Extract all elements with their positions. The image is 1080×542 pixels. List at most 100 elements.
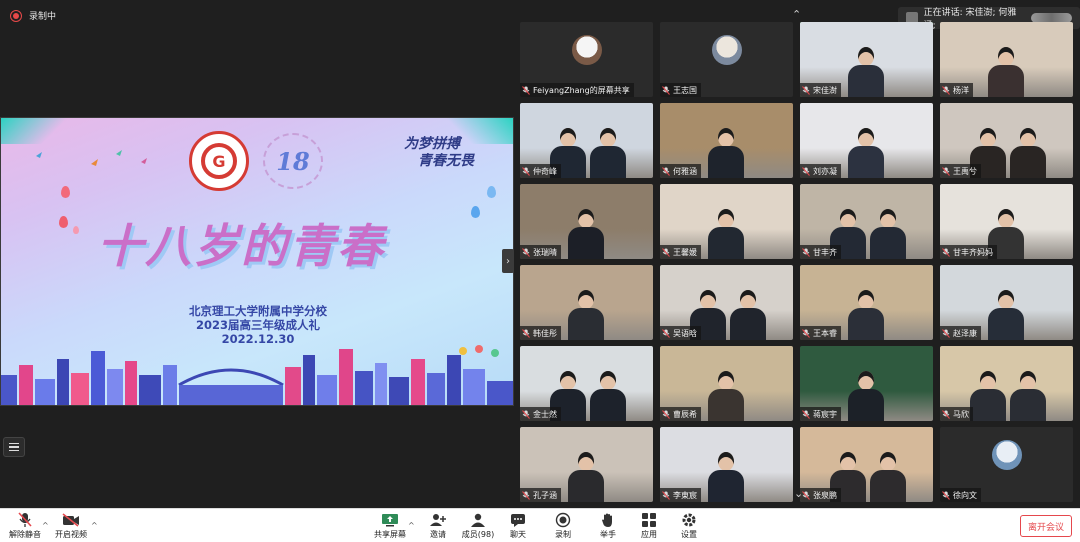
participant-tile[interactable]: 王志国 [660, 22, 793, 97]
participant-label: 徐向文 [940, 488, 981, 502]
participant-name: FeiyangZhang的屏幕共享 [533, 85, 630, 95]
mic-muted-icon [802, 409, 810, 419]
chevron-up-icon[interactable]: ^ [91, 521, 98, 530]
chat-button[interactable]: 聊天 [493, 511, 543, 542]
unmute-label: 解除静音 [9, 530, 41, 539]
settings-button[interactable]: 设置 [664, 511, 714, 542]
participant-tile[interactable]: 李東宸 [660, 427, 793, 502]
participant-name: 何雅涵 [673, 166, 697, 176]
person [708, 452, 744, 502]
list-view-button[interactable] [3, 437, 25, 457]
participant-label: 王本睿 [800, 326, 841, 340]
school-info: 北京理工大学附属中学分校 2023届高三年级成人礼 2022.12.30 [1, 304, 513, 346]
share-screen-icon [381, 511, 399, 529]
mic-muted-icon [802, 85, 810, 95]
participant-tile[interactable]: 何雅涵 [660, 103, 793, 178]
participant-tile[interactable]: 徐向文 [940, 427, 1073, 502]
participant-tile[interactable]: 张瑞晴 [520, 184, 653, 259]
city-skyline [1, 345, 513, 405]
participant-tile[interactable]: 甘丰齐妈妈 [940, 184, 1073, 259]
participant-label: 杨洋 [940, 83, 973, 97]
participant-tile[interactable]: 韩佳彤 [520, 265, 653, 340]
mic-muted-icon [522, 490, 530, 500]
participant-label: 刘亦凝 [800, 164, 841, 178]
participant-tile[interactable]: 刘亦凝 [800, 103, 933, 178]
raise-hand-label: 举手 [600, 530, 616, 539]
participant-tile[interactable]: 甘丰齐 [800, 184, 933, 259]
participant-label: 张泉鹏 [800, 488, 841, 502]
decor-corner [1, 118, 71, 144]
birds-icon [36, 150, 147, 166]
participant-label: 孔子涵 [520, 488, 561, 502]
participant-tile[interactable]: 赵泽康 [940, 265, 1073, 340]
participant-label: 何雅涵 [660, 164, 701, 178]
participant-tile[interactable]: 马欣 [940, 346, 1073, 421]
start-video-label: 开启视频 [55, 530, 87, 539]
record-icon [554, 511, 572, 529]
participant-tile[interactable]: 王馨媛 [660, 184, 793, 259]
avatar [992, 440, 1022, 470]
record-icon [10, 9, 22, 22]
hero-title: 十八岁的青春 [97, 219, 385, 273]
mic-muted-icon [942, 490, 950, 500]
start-video-button[interactable]: 开启视频 [46, 511, 96, 542]
event-name: 2023届高三年级成人礼 [195, 318, 320, 332]
participant-tile[interactable]: 仲奇峰 [520, 103, 653, 178]
participant-name: 张泉鹏 [813, 490, 837, 500]
person [988, 290, 1024, 340]
participant-name: 曹辰希 [673, 409, 697, 419]
shared-screen[interactable]: G 18 为梦拼搏 青春无畏 十八岁的青春 北京理工大学附属中学分校 2023届… [0, 117, 514, 406]
participant-tile[interactable]: 孔子涵 [520, 427, 653, 502]
person [708, 128, 744, 178]
participant-name: 徐向文 [953, 490, 977, 500]
chevron-up-icon[interactable]: ⌃ [792, 8, 801, 21]
settings-label: 设置 [681, 530, 697, 539]
record-button[interactable]: 录制 [538, 511, 588, 542]
participant-name: 刘亦凝 [813, 166, 837, 176]
participant-name: 张瑞晴 [533, 247, 557, 257]
mic-muted-icon [942, 85, 950, 95]
chat-icon [509, 511, 527, 529]
participant-name: 赵泽康 [953, 328, 977, 338]
person [590, 371, 626, 421]
chevron-down-icon[interactable]: ⌄ [794, 487, 803, 500]
slogan: 为梦拼搏 青春无畏 [404, 136, 474, 170]
participant-tile[interactable]: 蒋宸宇 [800, 346, 933, 421]
participant-label: 赵泽康 [940, 326, 981, 340]
participant-tile[interactable]: 王禹兮 [940, 103, 1073, 178]
balloon-icon [471, 206, 480, 218]
participant-name: 吴语晗 [673, 328, 697, 338]
participant-label: 李東宸 [660, 488, 701, 502]
mic-muted-icon [522, 85, 530, 95]
participant-tile[interactable]: 吴语晗 [660, 265, 793, 340]
participant-tile[interactable]: 张泉鹏 [800, 427, 933, 502]
avatar [572, 35, 602, 65]
person [848, 371, 884, 421]
participant-tile[interactable]: FeiyangZhang的屏幕共享 [520, 22, 653, 97]
hand-icon [599, 511, 617, 529]
coming-of-age-logo: 18 [263, 133, 323, 189]
participant-label: 王志国 [660, 83, 701, 97]
balloon-icon [59, 216, 68, 228]
person [970, 371, 1006, 421]
gear-icon [680, 511, 698, 529]
participant-name: 仲奇峰 [533, 166, 557, 176]
participant-label: 甘丰齐妈妈 [940, 245, 997, 259]
leave-meeting-button[interactable]: 离开会议 [1020, 515, 1072, 537]
participant-tile[interactable]: 杨洋 [940, 22, 1073, 97]
participant-tile[interactable]: 金士然 [520, 346, 653, 421]
participant-label: 王馨媛 [660, 245, 701, 259]
mic-muted-icon [942, 247, 950, 257]
participant-tile[interactable]: 王本睿 [800, 265, 933, 340]
recording-label: 录制中 [29, 12, 57, 22]
participant-tile[interactable]: 宋佳澍 [800, 22, 933, 97]
mic-muted-icon [662, 409, 670, 419]
person [870, 452, 906, 502]
participant-name: 韩佳彤 [533, 328, 557, 338]
balloon-icon [487, 186, 496, 198]
participant-tile[interactable]: 曹辰希 [660, 346, 793, 421]
person [568, 290, 604, 340]
mic-muted-icon [802, 166, 810, 176]
collapse-panel-button[interactable]: › [502, 249, 514, 273]
participant-name: 孔子涵 [533, 490, 557, 500]
